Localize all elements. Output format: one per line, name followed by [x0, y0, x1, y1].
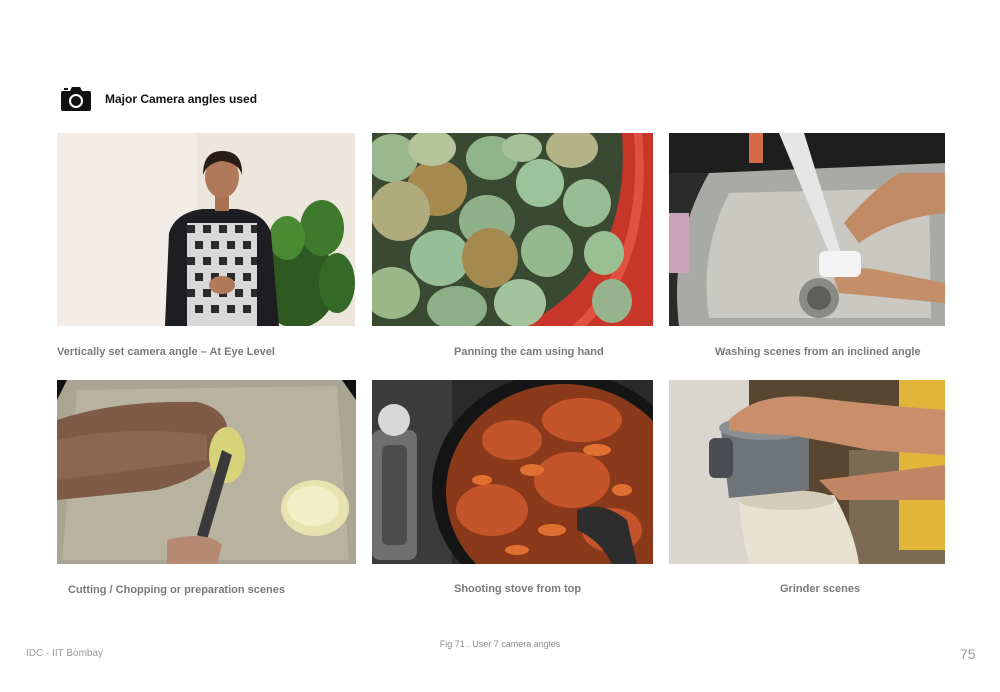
stove-pan-photo: [372, 380, 653, 564]
figure-caption: Fig 71 . User 7 camera angles: [439, 639, 561, 649]
woman-in-apron-photo: [57, 133, 355, 326]
caption-eye-level: Vertically set camera angle – At Eye Lev…: [57, 346, 275, 358]
caption-washing: Washing scenes from an inclined angle: [715, 346, 921, 358]
chopping-board-photo: [57, 380, 356, 564]
raw-mangoes-basket-photo: [372, 133, 653, 326]
grinder-photo: [669, 380, 945, 564]
camera-icon: [61, 87, 91, 111]
caption-grinder: Grinder scenes: [780, 583, 861, 595]
section-title: Major Camera angles used: [105, 92, 258, 106]
footer-institution: IDC - IIT Bombay: [26, 648, 104, 659]
page-number: 75: [960, 646, 976, 662]
caption-stove: Shooting stove from top: [454, 583, 582, 595]
washing-sink-photo: [669, 133, 945, 326]
caption-panning: Panning the cam using hand: [454, 346, 604, 358]
caption-cutting: Cutting / Chopping or preparation scenes: [68, 584, 285, 596]
section-header: Major Camera angles used: [60, 86, 257, 112]
